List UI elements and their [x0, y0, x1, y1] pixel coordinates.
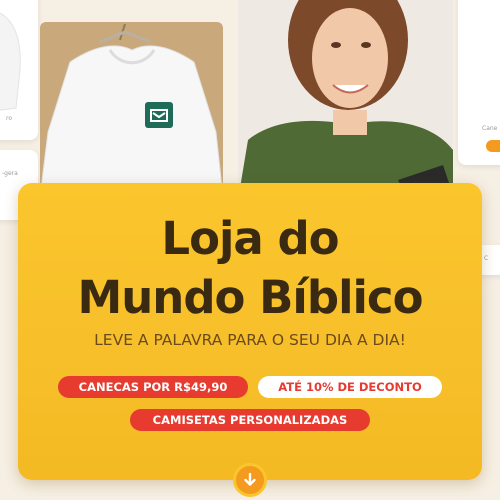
sweatshirt-product-image: [40, 22, 223, 197]
right-card-text: Cane: [482, 125, 498, 132]
left-card-text-2: -gera: [2, 170, 18, 177]
scroll-down-button[interactable]: [233, 463, 267, 497]
discount-badge[interactable]: ATÉ 10% DE DECONTO: [258, 376, 442, 398]
left-product-card[interactable]: ro: [0, 0, 38, 140]
arrow-down-icon: [244, 473, 256, 486]
mugs-price-badge[interactable]: CANECAS POR R$49,90: [58, 376, 248, 398]
woman-holding-phone-illustration: [238, 0, 453, 200]
right-card-buy-button[interactable]: [486, 140, 500, 152]
right-product-card[interactable]: Cane: [458, 0, 500, 165]
left-card-text: ro: [6, 115, 13, 122]
banner-subtitle: LEVE A PALAVRA PARA O SEU DIA A DIA!: [94, 331, 406, 349]
custom-shirts-badge[interactable]: CAMISETAS PERSONALIZADAS: [130, 409, 370, 431]
shirt-logo-icon: [145, 102, 173, 128]
banner-title-line-2: Mundo Bíblico: [77, 271, 423, 324]
model-photo: [238, 0, 453, 200]
banner-title-line-1: Loja do: [161, 212, 339, 265]
sweatshirt-illustration: [40, 23, 223, 197]
